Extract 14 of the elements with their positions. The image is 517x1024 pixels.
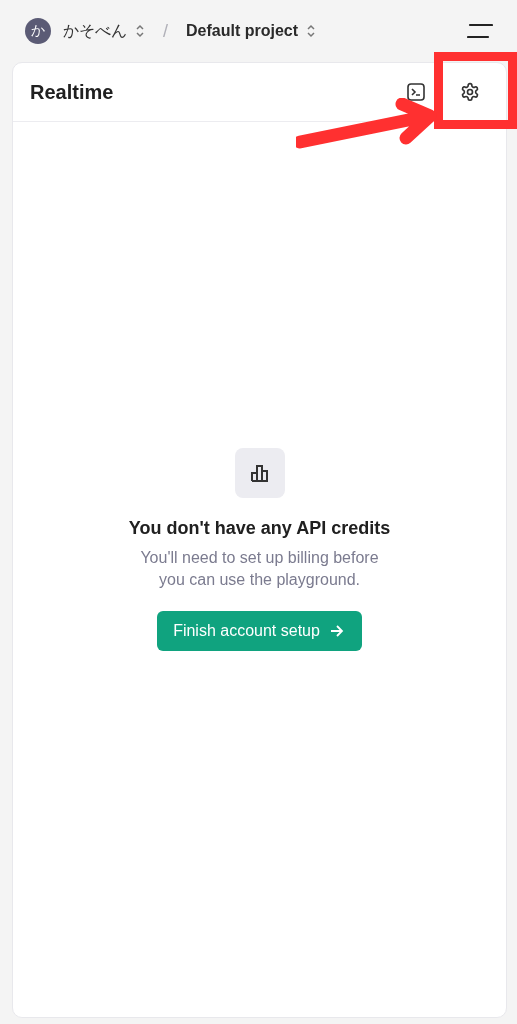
arrow-right-icon <box>329 625 344 637</box>
gear-icon <box>460 82 480 102</box>
terminal-icon <box>406 82 426 102</box>
organization-name[interactable]: かそべん <box>63 20 127 42</box>
panel-title: Realtime <box>30 80 115 104</box>
project-name[interactable]: Default project <box>186 22 299 40</box>
empty-state-title: You don't have any API credits <box>128 518 391 539</box>
chevron-up-down-icon <box>306 24 317 38</box>
chevron-up-down-icon <box>135 24 145 38</box>
empty-state-message: You'll need to set up billing before you can use the playground. <box>139 548 380 590</box>
avatar[interactable]: か <box>25 18 51 44</box>
menu-icon[interactable] <box>467 23 493 39</box>
chart-icon <box>234 448 285 498</box>
separator-slash: / <box>163 20 168 42</box>
